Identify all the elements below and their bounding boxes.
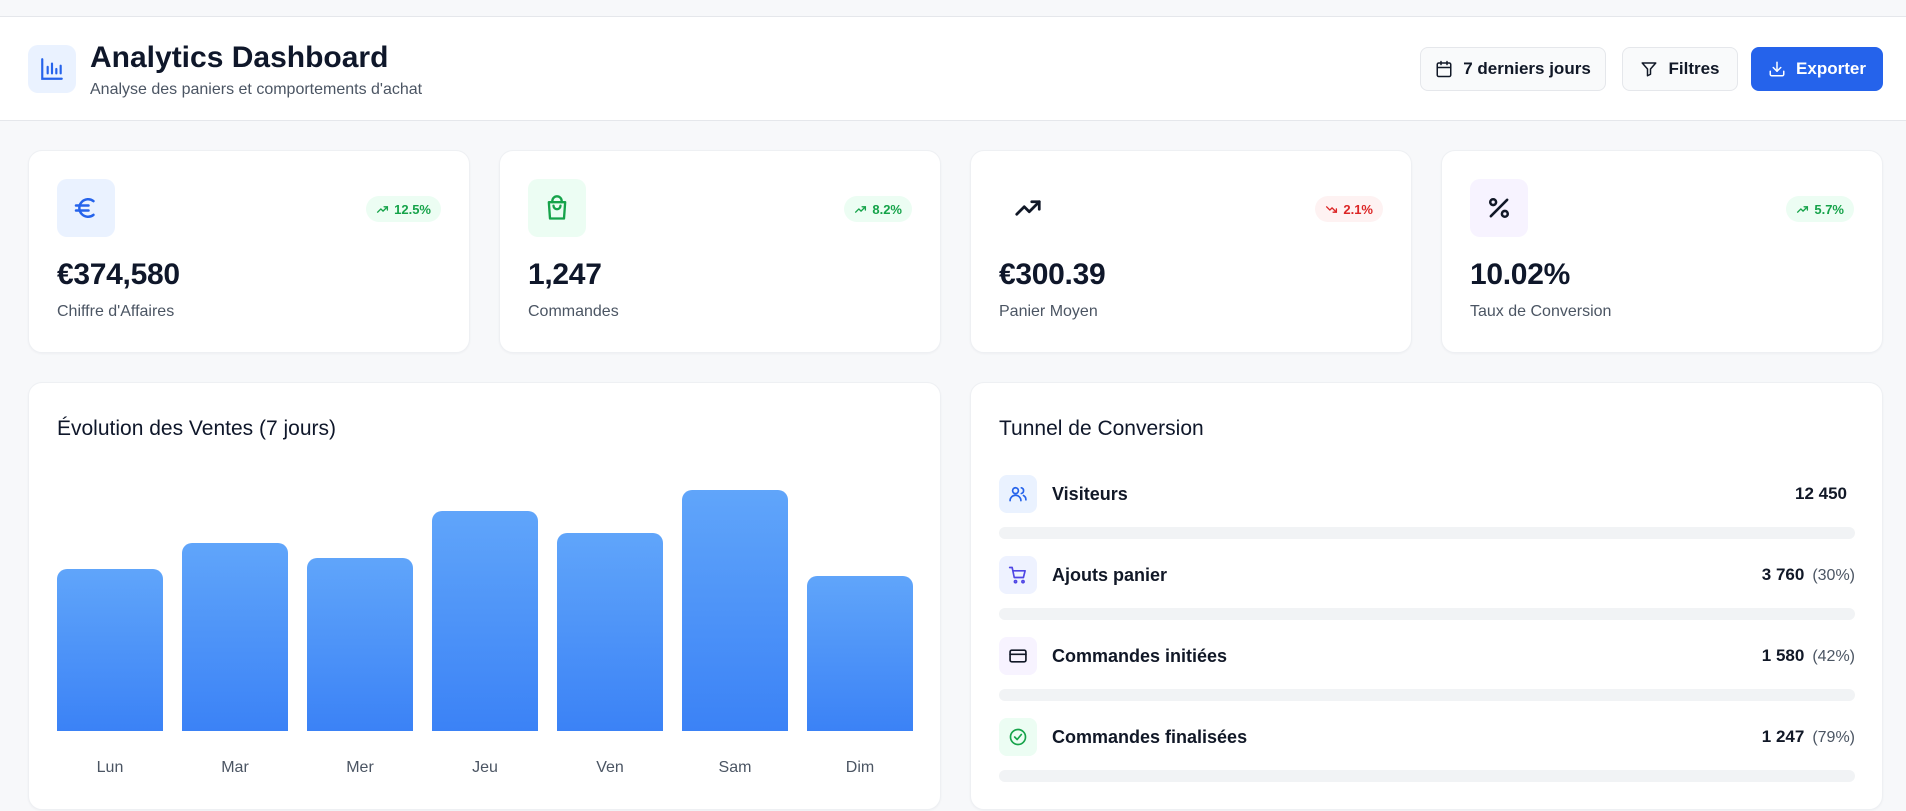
x-tick-label: Lun (96, 759, 124, 776)
kpi-value: €300.39 (999, 258, 1106, 291)
trend-up-icon (1797, 205, 1809, 213)
date-range-label: 7 derniers jours (1463, 59, 1591, 78)
percent-icon (1470, 179, 1528, 237)
filter-icon (1641, 62, 1657, 77)
dashboard-header: Analytics Dashboard Analyse des paniers … (0, 17, 1906, 121)
page-title: Analytics Dashboard (90, 41, 389, 74)
trend-value: 8.2% (872, 201, 902, 217)
cart-icon (999, 556, 1037, 594)
shopping-bag-icon (528, 179, 586, 237)
step-label: Commandes finalisées (1052, 727, 1248, 747)
progress-track (999, 770, 1855, 782)
trend-up-icon (377, 205, 389, 213)
funnel-step-orders-initiated: Commandes initiées 1 580 (42%) (999, 637, 1855, 707)
euro-icon (57, 179, 115, 237)
trend-badge: 12.5% (366, 196, 441, 222)
step-count: 1 247 (1761, 727, 1805, 746)
step-percent: (42%) (1812, 648, 1855, 665)
export-label: Exporter (1796, 59, 1866, 78)
kpi-label: Chiffre d'Affaires (57, 303, 175, 320)
kpi-label: Taux de Conversion (1470, 303, 1612, 320)
trend-badge: 8.2% (844, 196, 912, 222)
chart-bar (807, 576, 913, 731)
x-tick-label: Dim (845, 759, 875, 776)
users-icon (999, 475, 1037, 513)
chart-bar (432, 511, 538, 731)
step-label: Ajouts panier (1052, 565, 1168, 585)
trending-up-icon (999, 179, 1057, 237)
kpi-label: Commandes (528, 303, 619, 320)
download-icon (1769, 61, 1785, 77)
chart-title: Évolution des Ventes (7 jours) (57, 417, 336, 440)
x-tick-label: Mer (346, 759, 374, 776)
x-tick-label: Ven (596, 759, 624, 776)
kpi-value: €374,580 (57, 258, 180, 291)
kpi-value: 10.02% (1470, 258, 1570, 291)
x-tick-label: Jeu (472, 759, 498, 776)
filters-label: Filtres (1668, 59, 1720, 78)
filters-button[interactable]: Filtres (1622, 47, 1738, 91)
kpi-card-average-basket: 2.1% €300.39 Panier Moyen (970, 150, 1412, 353)
chart-bar (682, 490, 788, 731)
step-percent: (30%) (1812, 567, 1855, 584)
step-label: Visiteurs (1052, 484, 1128, 504)
chart-bar (557, 533, 663, 731)
chart-bar (307, 558, 413, 731)
calendar-icon (1436, 60, 1452, 78)
conversion-funnel-card: Tunnel de Conversion Visiteurs 12 450 Aj… (970, 382, 1883, 810)
kpi-card-revenue: 12.5% €374,580 Chiffre d'Affaires (28, 150, 470, 353)
step-metrics: 1 580 (42%) (1762, 646, 1855, 666)
progress-track (999, 527, 1855, 539)
export-button[interactable]: Exporter (1751, 47, 1883, 91)
funnel-step-visitors: Visiteurs 12 450 (999, 475, 1855, 545)
step-count: 12 450 (1795, 484, 1847, 503)
credit-card-icon (999, 637, 1037, 675)
progress-track (999, 689, 1855, 701)
date-range-button[interactable]: 7 derniers jours (1420, 47, 1606, 91)
kpi-card-conversion-rate: 5.7% 10.02% Taux de Conversion (1441, 150, 1883, 353)
funnel-step-cart-adds: Ajouts panier 3 760 (30%) (999, 556, 1855, 626)
step-metrics: 1 247 (79%) (1762, 727, 1855, 747)
trend-value: 2.1% (1343, 201, 1373, 217)
step-metrics: 3 760 (30%) (1762, 565, 1855, 585)
kpi-card-orders: 8.2% 1,247 Commandes (499, 150, 941, 353)
funnel-step-orders-completed: Commandes finalisées 1 247 (79%) (999, 718, 1855, 788)
kpi-label: Panier Moyen (999, 303, 1098, 320)
bar-chart (57, 483, 913, 731)
x-tick-label: Sam (718, 759, 752, 776)
chart-bar (57, 569, 163, 731)
step-label: Commandes initiées (1052, 646, 1228, 666)
chart-logo-icon (28, 45, 76, 93)
check-circle-icon (999, 718, 1037, 756)
step-count: 3 760 (1761, 565, 1805, 584)
progress-track (999, 608, 1855, 620)
step-percent: (79%) (1812, 729, 1855, 746)
trend-up-icon (855, 205, 867, 213)
funnel-title: Tunnel de Conversion (999, 417, 1204, 440)
trend-badge: 2.1% (1315, 196, 1383, 222)
step-metrics: 12 450 (1795, 484, 1855, 504)
step-count: 1 580 (1761, 646, 1805, 665)
trend-value: 12.5% (394, 201, 431, 217)
x-tick-label: Mar (221, 759, 249, 776)
trend-down-icon (1326, 205, 1338, 213)
trend-badge: 5.7% (1786, 196, 1854, 222)
sales-chart-card: Évolution des Ventes (7 jours) Lun Mar Mer… (28, 382, 941, 810)
trend-value: 5.7% (1814, 201, 1844, 217)
page-subtitle: Analyse des paniers et comportements d'a… (90, 81, 423, 98)
kpi-value: 1,247 (528, 258, 602, 291)
chart-bar (182, 543, 288, 731)
